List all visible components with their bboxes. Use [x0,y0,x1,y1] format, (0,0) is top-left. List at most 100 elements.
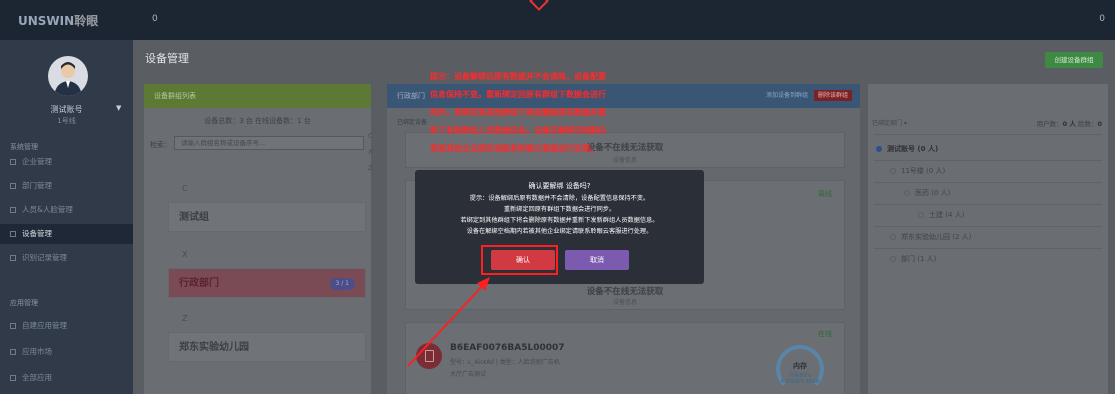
avatar[interactable] [48,56,88,96]
box-icon [10,207,16,213]
caret-down-icon[interactable]: ▼ [116,104,121,112]
storage-gauge: 内存 可用89% 4.15GB/4.65GB [776,345,824,393]
user-subtitle: 1号线 [57,117,76,125]
app-logo[interactable]: UNSWIN聆眼 [18,12,98,29]
sidebar-item-devices[interactable]: 设备管理 [0,224,133,244]
user-stats: 用户数：0 人 脸数：0 [1037,118,1102,128]
device-stats: 设备总数：3 台 在线设备数：1 台 [204,117,311,125]
tree-node-label: 11号楼 (0 人) [901,167,946,175]
page-title: 设备管理 [145,52,189,65]
sidebar-item-app-market[interactable]: 应用市场 [0,342,133,362]
sidebar-item-label: 设备管理 [22,229,52,238]
device-card[interactable]: 在线 B6EAF0076BA5L00007 型号：L_AiotAd | 类型：人… [405,322,845,394]
divider [874,204,1102,205]
group-name: 行政部门 [179,278,219,289]
sidebar-item-department[interactable]: 部门管理 [0,176,133,196]
status-badge: 在线 [818,330,832,338]
people-panel: 已绑定部门 ▾ 用户数：0 人 脸数：0 测试账号 (0 人) 11号楼 (0 … [868,84,1108,394]
tree-node-label: 土建 (4 人) [929,211,965,219]
radio-icon [876,146,882,152]
box-icon [10,349,16,355]
tree-node[interactable]: 医药 (0 人) [904,188,950,198]
department-filter[interactable]: 已绑定部门 ▾ [872,118,907,127]
group-card-admin[interactable]: 行政部门 3 / 1 [168,268,366,298]
divider [874,226,1102,227]
top-left-counter: 0 [152,14,158,24]
box-icon [10,159,16,165]
group-letter: C [182,184,188,193]
groups-panel: 设备群组列表 设备总数：3 台 在线设备数：1 台 检索： 请输入群组名称或设备… [144,84,371,394]
sidebar-item-all-apps[interactable]: 全部应用 [0,368,133,388]
tree-node-root[interactable]: 测试账号 (0 人) [876,144,938,154]
alpha-index-c[interactable]: C [368,132,373,140]
sidebar-item-custom-apps[interactable]: 自建应用管理 [0,316,133,336]
cancel-button[interactable]: 取消 [565,250,629,270]
dialog-line: 重新绑定回原有群组下数据会进行同步。 [503,206,616,213]
alpha-index-z[interactable]: Z [368,164,373,172]
tree-node-label: 部门 (1 人) [901,255,937,263]
sidebar-item-records[interactable]: 识别记录管理 [0,248,133,268]
users-value: 0 人 [1062,120,1076,128]
divider [874,182,1102,183]
search-label: 检索： [150,141,171,149]
device-note: 大厅广告测试 [450,371,487,378]
user-name[interactable]: 测试账号 [0,104,133,115]
group-name: 测试组 [179,212,209,223]
add-device-link[interactable]: 添加设备到群组 [766,92,808,99]
divider [874,248,1102,249]
group-card-kindergarten[interactable]: 郑东实验幼儿园 [168,332,366,362]
nav-section-apps: 应用管理 [10,299,38,307]
device-icon [416,343,442,369]
radio-icon [890,168,896,174]
tip-line: 若被其他企业绑定请联系聆眼云客服进行处理。 [430,144,598,153]
radio-icon [904,190,910,196]
dialog-line: 提示：设备解绑后原有数据并不会清除，设备配置信息保持不变。 [469,195,650,202]
group-count-badge: 3 / 1 [329,278,355,290]
box-icon [10,231,16,237]
radio-icon [890,256,896,262]
faces-label: 脸数： [1077,120,1098,128]
annotation-highlight-box [481,245,558,275]
device-offline-sub: 设备信息 [612,299,637,306]
sidebar-item-label: 人员&人脸管理 [22,205,73,214]
dialog-title: 确认要解绑 设备吗? [528,182,591,190]
divider [874,134,1102,135]
sidebar-item-label: 企业管理 [22,157,52,166]
storage-label: 内存 [793,362,807,370]
box-icon [10,255,16,261]
radio-icon [890,234,896,240]
logo-en: UNSWIN [18,14,75,28]
sidebar-item-label: 自建应用管理 [22,321,67,330]
alpha-index-x[interactable]: X [368,148,373,156]
sidebar-item-label: 部门管理 [22,181,52,190]
tip-line: 新下发新群组人员数据信息。设备在解绑空档期内 [430,126,606,135]
annotation-mark [529,0,549,11]
divider [874,160,1102,161]
tree-node[interactable]: 部门 (1 人) [890,254,936,264]
unbind-confirm-dialog: 确认要解绑 设备吗? 提示：设备解绑后原有数据并不会清除，设备配置信息保持不变。… [415,170,704,284]
tree-node-label: 测试账号 (0 人) [887,145,939,153]
dialog-line: 若绑定到其他群组下将会删除原有数据并重新下发新群组人员数据信息。 [460,217,659,224]
create-group-button[interactable]: 创建设备群组 [1045,52,1103,68]
sidebar-item-label: 应用市场 [22,347,52,356]
sidebar-item-people[interactable]: 人员&人脸管理 [0,200,133,220]
sidebar-item-enterprise[interactable]: 企业管理 [0,152,133,172]
devices-panel-actions: 添加设备到群组 删除该群组 [766,90,852,101]
tree-node[interactable]: 11号楼 (0 人) [890,166,945,176]
dialog-line: 设备在解绑空档期内若被其他企业绑定请联系聆眼云客服进行处理。 [466,228,653,235]
delete-group-button[interactable]: 删除该群组 [813,90,852,101]
device-id: B6EAF0076BA5L00007 [450,343,565,353]
nav-section-system: 系统管理 [10,143,38,151]
device-meta: 型号：L_AiotAd | 类型：人脸识别广告机 [450,359,560,366]
tip-line: 提示：设备解绑后原有数据并不会清除，设备配置 [430,72,606,81]
group-card-test[interactable]: 测试组 [168,202,366,232]
tree-node-label: 郑东实验幼儿园 (2 人) [901,233,972,241]
search-input[interactable]: 请输入群组名称或设备序号... [174,136,364,150]
tip-line: 同步。若绑定到其他群组下将会删除原有数据并重 [430,108,606,117]
group-letter: X [182,250,188,259]
box-icon [10,375,16,381]
tip-line: 信息保持不变。重新绑定回原有群组下数据会进行 [430,90,606,99]
tree-node[interactable]: 土建 (4 人) [918,210,964,220]
tree-node[interactable]: 郑东实验幼儿园 (2 人) [890,232,971,242]
sidebar-item-label: 全部应用 [22,373,52,382]
